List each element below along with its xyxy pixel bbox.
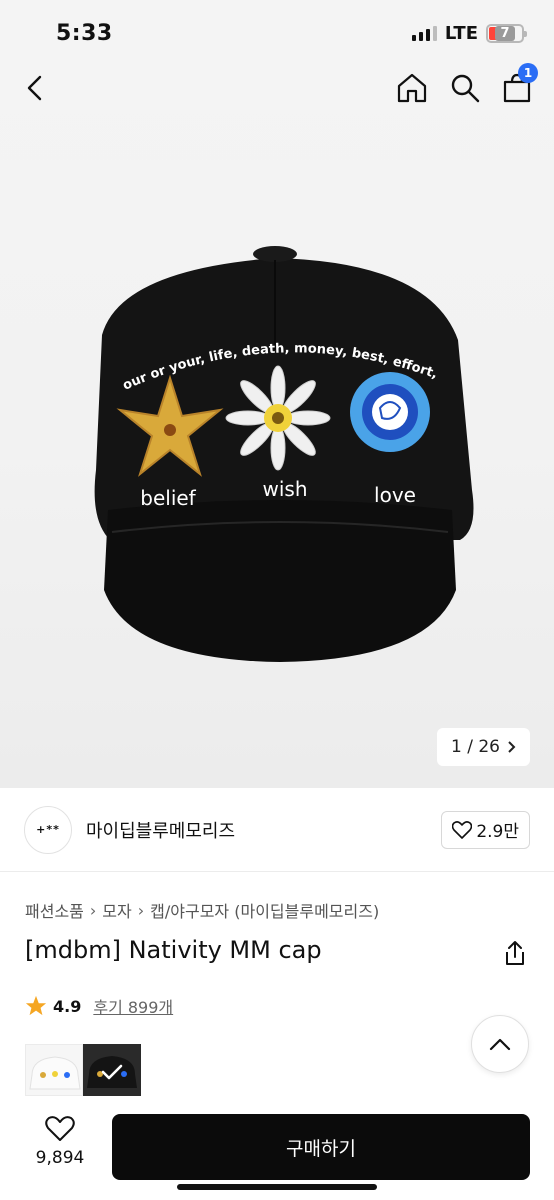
back-button[interactable] — [26, 75, 42, 101]
breadcrumb-item[interactable]: 모자 — [102, 898, 131, 922]
search-button[interactable] — [450, 73, 480, 103]
star-icon — [25, 995, 47, 1016]
brand-name: 마이딥블루메모리즈 — [86, 820, 236, 842]
home-button[interactable] — [396, 72, 428, 104]
color-option-white[interactable] — [25, 1044, 83, 1096]
cart-button[interactable]: 1 — [502, 63, 538, 103]
white-cap-thumbnail — [29, 1056, 81, 1090]
status-bar: 5:33 LTE 7 — [0, 0, 554, 62]
chevron-right-icon: › — [89, 900, 97, 920]
brand-like-button[interactable]: 2.9만 — [441, 810, 530, 849]
network-label: LTE — [444, 22, 478, 44]
blue-flower-embroidery — [350, 372, 430, 452]
breadcrumb-item[interactable]: 패션소품 — [25, 898, 84, 922]
breadcrumb-item[interactable]: 캡/야구모자 (마이딥블루메모리즈) — [150, 898, 379, 922]
product-title: [mdbm] Nativity MM cap — [25, 936, 322, 964]
color-option-black[interactable] — [83, 1044, 141, 1096]
top-nav: 1 — [0, 62, 554, 114]
chevron-left-icon — [27, 75, 42, 101]
wish-count: 9,894 — [35, 1148, 85, 1168]
buy-button[interactable]: 구매하기 — [112, 1114, 530, 1180]
image-page-indicator[interactable]: 1 / 26 — [437, 728, 530, 766]
brand-logo: +** — [24, 805, 72, 854]
share-icon — [506, 941, 524, 965]
flower-label-wish: wish — [262, 477, 307, 501]
home-icon — [397, 73, 427, 103]
chevron-right-icon: › — [137, 900, 145, 920]
chevron-up-icon — [489, 1038, 511, 1051]
battery-icon: 7 — [486, 23, 527, 43]
wish-button[interactable]: 9,894 — [24, 1116, 96, 1168]
search-icon — [451, 74, 480, 103]
breadcrumb: 패션소품 › 모자 › 캡/야구모자 (마이딥블루메모리즈) — [25, 898, 379, 922]
page-indicator-text: 1 / 26 — [451, 737, 500, 757]
daisy-embroidery — [225, 365, 331, 471]
chevron-right-icon — [508, 741, 516, 753]
signal-icon — [411, 25, 437, 41]
flower-label-love: love — [374, 483, 416, 507]
share-button[interactable] — [503, 940, 527, 970]
scroll-top-button[interactable] — [471, 1015, 529, 1073]
black-cap-thumbnail — [87, 1056, 137, 1088]
brand-like-count: 2.9만 — [476, 822, 519, 842]
rating-row: 4.9 후기 899개 — [25, 994, 173, 1018]
heart-icon — [45, 1116, 75, 1141]
rating-value: 4.9 — [53, 996, 82, 1016]
cart-badge: 1 — [518, 63, 538, 83]
home-indicator — [177, 1184, 377, 1190]
color-options — [25, 1044, 141, 1096]
status-indicators: LTE 7 — [411, 19, 527, 44]
cap-photo: our or your, life, death, money, best, e… — [80, 240, 474, 662]
status-time: 5:33 — [56, 20, 113, 46]
brand-row[interactable]: +** 마이딥블루메모리즈 2.9만 — [0, 788, 554, 872]
battery-level: 7 — [495, 25, 515, 41]
product-image[interactable]: our or your, life, death, money, best, e… — [0, 0, 554, 788]
flower-label-belief: belief — [140, 486, 196, 510]
heart-icon — [452, 820, 473, 839]
review-link[interactable]: 후기 899개 — [93, 994, 173, 1018]
